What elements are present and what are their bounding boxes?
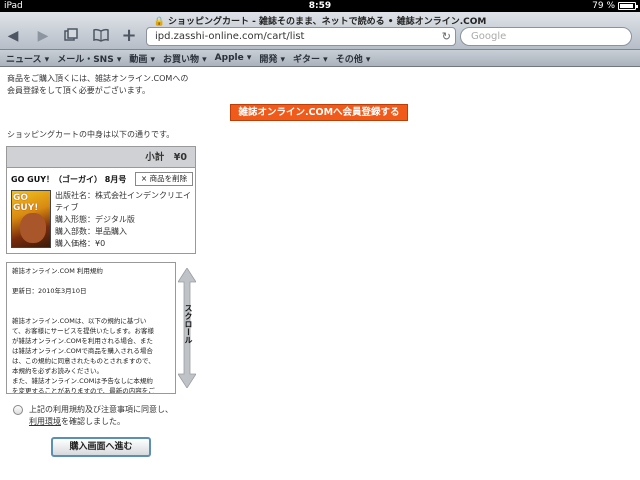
terms-heading: 雑誌オンライン.COM 利用規約: [12, 267, 103, 275]
terms-line: は、この規約に同意されたものとされますので、: [12, 357, 155, 365]
bookmark-video[interactable]: 動画 ▾: [129, 52, 155, 65]
page-title-text: ショッピングカート - 雑誌そのまま、ネットで読める • 雑誌オンライン.COM: [168, 17, 487, 27]
agree-text: 上記の利用規約及び注意事項に同意し、 利用環境を確認しました。: [29, 404, 173, 428]
intro-text: 商品をご購入頂くには、雑誌オンライン.COMへの 会員登録をして頂く必要がござい…: [7, 73, 188, 97]
agree-checkbox[interactable]: [13, 405, 23, 415]
battery-indicator: 79 %: [592, 0, 638, 12]
terms-line: 本規約を必ずお読みください。: [12, 367, 103, 375]
status-bar: iPad 8:59 79 %: [0, 0, 640, 12]
book-icon[interactable]: [92, 28, 110, 44]
detail-format: 購入形態：デジタル版: [55, 215, 135, 224]
search-placeholder: Google: [471, 31, 507, 42]
cart-subtotal: 小計 ¥0: [7, 147, 195, 168]
agree-line: 上記の利用規約及び注意事項に同意し、: [29, 405, 173, 414]
agree-suffix: を確認しました。: [61, 417, 125, 426]
bookmark-shopping[interactable]: お買い物 ▾: [163, 52, 207, 65]
url-field[interactable]: ipd.zasshi-online.com/cart/list ↻: [146, 27, 456, 46]
url-text: ipd.zasshi-online.com/cart/list: [155, 31, 305, 42]
cover-logo: GO GUY!: [13, 193, 39, 213]
cart-caption: ショッピングカートの中身は以下の通りです。: [7, 130, 175, 139]
bookmark-guitar[interactable]: ギター ▾: [293, 52, 328, 65]
back-arrow-icon[interactable]: ◀: [4, 28, 22, 44]
plus-icon[interactable]: +: [120, 27, 138, 45]
terms-line: は雑誌オンライン.COMで商品を購入される場合: [12, 347, 153, 355]
agree-line: 利用環境を確認しました。: [29, 416, 173, 428]
battery-icon: [618, 2, 638, 10]
environment-link[interactable]: 利用環境: [29, 417, 61, 426]
browser-toolbar: 🔒 ショッピングカート - 雑誌そのまま、ネットで読める • 雑誌オンライン.C…: [0, 12, 640, 50]
bookmark-other[interactable]: その他 ▾: [336, 52, 371, 65]
bookmark-news[interactable]: ニュース ▾: [6, 52, 49, 65]
bookmark-dev[interactable]: 開発 ▾: [259, 52, 285, 65]
page-title: 🔒 ショッピングカート - 雑誌そのまま、ネットで読める • 雑誌オンライン.C…: [0, 14, 640, 27]
reload-icon[interactable]: ↻: [442, 28, 451, 45]
magazine-cover[interactable]: GO GUY!: [11, 190, 51, 248]
terms-line: 雑誌オンライン.COMは、以下の規約に基づい: [12, 317, 147, 325]
forward-arrow-icon[interactable]: ▶: [34, 28, 52, 44]
terms-line: また、雑誌オンライン.COMは予告なしに本規約: [12, 377, 153, 385]
item-title: GO GUY！（ゴーガイ） 8月号: [11, 175, 127, 184]
battery-percent: 79 %: [592, 1, 615, 11]
detail-quantity: 購入部数：単品購入: [55, 227, 127, 236]
detail-price: 購入価格：¥0: [55, 239, 106, 248]
terms-line: を変更することがありますので、最新の内容をご: [12, 387, 155, 394]
pages-icon[interactable]: [62, 28, 80, 44]
terms-line: て、お客様にサービスを提供いたします。お客様: [12, 327, 155, 335]
detail-publisher: 出版社名：株式会社インデンクリエイ: [55, 191, 191, 200]
lock-icon: 🔒: [153, 17, 165, 27]
clock: 8:59: [308, 1, 332, 11]
bookmark-apple[interactable]: Apple ▾: [215, 53, 252, 63]
terms-updated: 更新日：2010年3月10日: [12, 287, 87, 295]
register-member-button[interactable]: 雑誌オンライン.COMへ会員登録する: [230, 104, 408, 121]
intro-line: 商品をご購入頂くには、雑誌オンライン.COMへの: [7, 74, 189, 83]
proceed-purchase-button[interactable]: 購入画面へ進む: [51, 437, 151, 457]
scroll-label: スクロール: [184, 304, 193, 344]
bookmark-mail-sns[interactable]: メール・SNS ▾: [57, 52, 121, 65]
cover-photo: [20, 213, 46, 243]
terms-textarea[interactable]: 雑誌オンライン.COM 利用規約 更新日：2010年3月10日 雑誌オンライン.…: [6, 262, 176, 394]
page-content: 商品をご購入頂くには、雑誌オンライン.COMへの 会員登録をして頂く必要がござい…: [0, 68, 640, 480]
remove-item-button[interactable]: × 商品を削除: [135, 172, 193, 186]
detail-publisher-cont: ティブ: [55, 203, 79, 212]
bookmarks-bar: ニュース ▾ メール・SNS ▾ 動画 ▾ お買い物 ▾ Apple ▾ 開発 …: [0, 50, 640, 67]
intro-line: 会員登録をして頂く必要がございます。: [7, 86, 150, 95]
agree-row: 上記の利用規約及び注意事項に同意し、 利用環境を確認しました。: [13, 404, 173, 428]
search-input[interactable]: Google: [460, 27, 632, 46]
item-details: 出版社名：株式会社インデンクリエイ ティブ 購入形態：デジタル版 購入部数：単品…: [55, 190, 195, 250]
cart-box: 小計 ¥0 GO GUY！（ゴーガイ） 8月号 × 商品を削除 GO GUY! …: [6, 146, 196, 254]
terms-line: が雑誌オンライン.COMを利用される場合、また: [12, 337, 153, 345]
